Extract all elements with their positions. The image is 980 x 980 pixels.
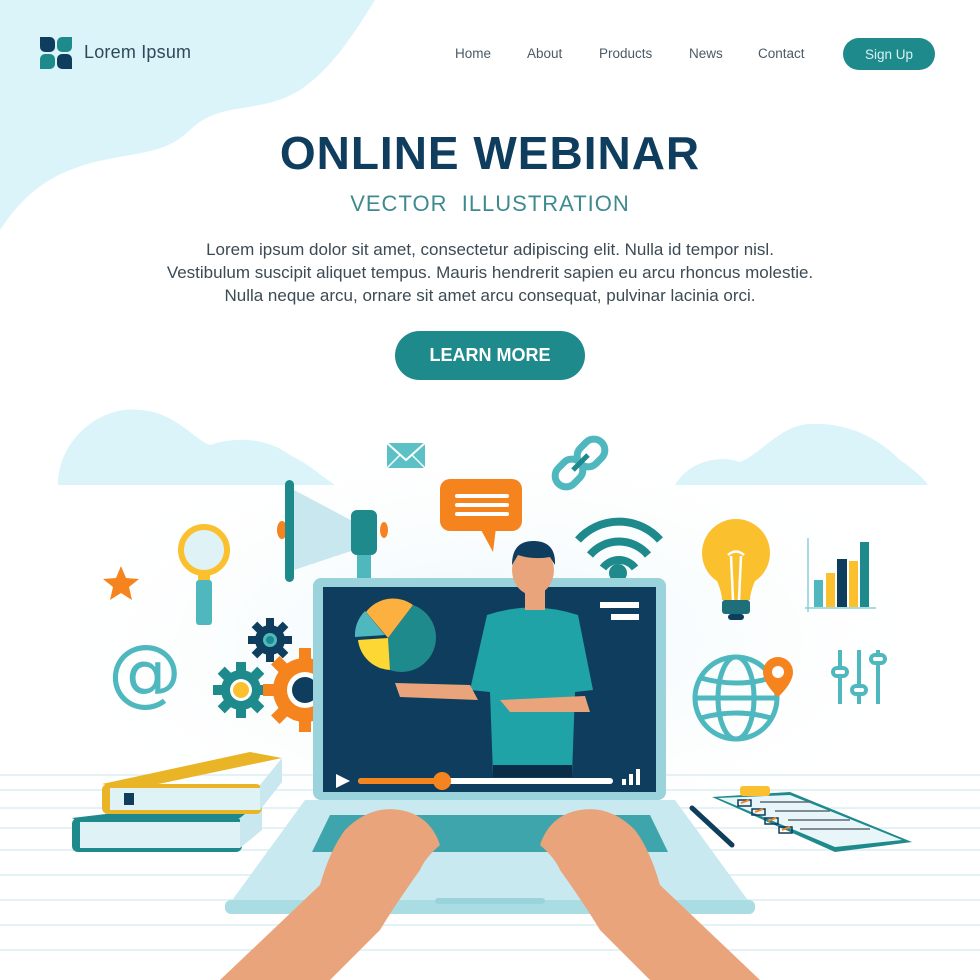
nav-home[interactable]: Home <box>455 46 491 61</box>
nav-about[interactable]: About <box>527 46 562 61</box>
webinar-illustration: @ <box>0 409 980 980</box>
hero-description: Lorem ipsum dolor sit amet, consectetur … <box>0 238 980 307</box>
brand-name[interactable]: Lorem Ipsum <box>84 42 191 63</box>
description-line: Lorem ipsum dolor sit amet, consectetur … <box>206 240 774 259</box>
sliders-icon <box>831 650 887 704</box>
nav-contact[interactable]: Contact <box>758 46 805 61</box>
learn-more-button[interactable]: LEARN MORE <box>395 331 585 380</box>
description-line: Nulla neque arcu, ornare sit amet arcu c… <box>224 286 756 305</box>
page-subtitle: VECTOR ILLUSTRATION <box>350 191 630 216</box>
progress-knob[interactable] <box>433 772 452 790</box>
description-line: Vestibulum suscipit aliquet tempus. Maur… <box>166 263 814 282</box>
progress-fill <box>358 778 443 784</box>
four-leaf-logo-icon <box>40 37 72 69</box>
sign-up-button[interactable]: Sign Up <box>843 38 935 70</box>
page-title: ONLINE WEBINAR <box>279 127 701 179</box>
nav-news[interactable]: News <box>689 46 723 61</box>
at-sign-icon: @ <box>108 629 182 715</box>
envelope-icon <box>386 442 426 469</box>
header: Lorem Ipsum Home About Products News Con… <box>0 0 980 110</box>
nav-products[interactable]: Products <box>599 46 652 61</box>
